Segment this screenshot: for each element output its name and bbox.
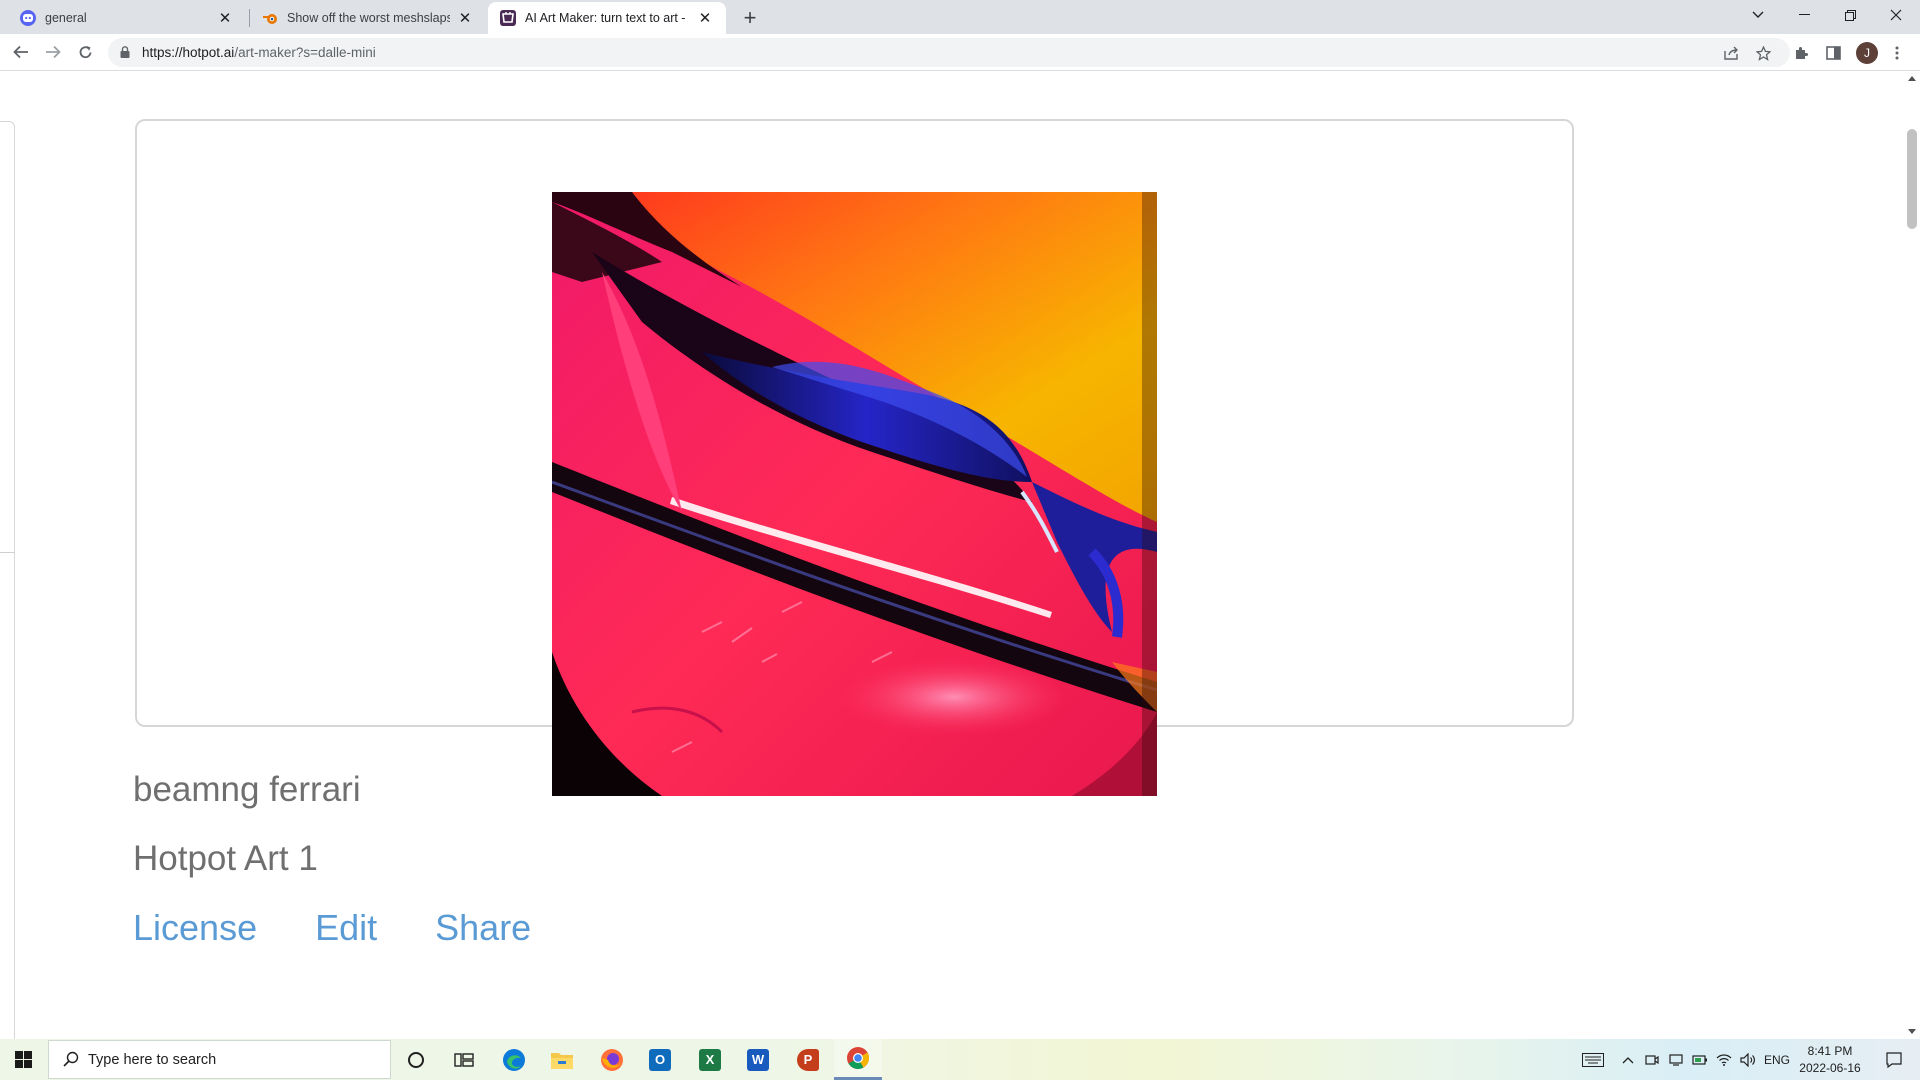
language-indicator[interactable]: ENG [1762,1039,1792,1080]
generated-art-image[interactable] [552,192,1157,796]
cortana-icon[interactable] [392,1039,440,1080]
hotpot-icon [500,10,516,26]
meet-icon[interactable] [1642,1039,1662,1080]
share-link[interactable]: Share [435,907,531,949]
close-icon [1890,9,1902,21]
url-text[interactable]: https://hotpot.ai/art-maker?s=dalle-mini [142,45,376,60]
chevron-down-icon [1752,11,1764,18]
chevron-up-icon[interactable] [1618,1039,1638,1080]
side-panel-edge [0,121,15,1039]
close-window-button[interactable] [1873,0,1919,30]
search-icon [63,1051,79,1067]
scroll-up-arrow-icon[interactable] [1908,76,1916,81]
start-button[interactable] [0,1039,46,1080]
clock-date: 2022-06-16 [1799,1061,1861,1075]
keyboard-icon[interactable] [1578,1039,1608,1080]
minimize-button[interactable] [1781,0,1827,30]
powerpoint-icon[interactable]: P [784,1039,832,1080]
forward-button[interactable] [40,39,66,65]
license-link[interactable]: License [133,907,257,949]
file-explorer-icon[interactable] [538,1039,586,1080]
forward-arrow-icon [46,45,61,59]
side-panel-icon[interactable] [1822,42,1844,64]
battery-icon[interactable] [1690,1039,1710,1080]
lock-icon [120,46,130,58]
url-host: https://hotpot.ai [142,45,235,60]
word-icon[interactable]: W [734,1039,782,1080]
excel-icon[interactable]: X [686,1039,734,1080]
prompt-text: beamng ferrari [133,770,361,809]
tab-discord[interactable]: general ✕ [8,2,246,34]
discord-icon [20,10,36,26]
action-links: License Edit Share [133,907,531,949]
close-tab-icon[interactable]: ✕ [456,9,474,27]
wifi-icon[interactable] [1714,1039,1734,1080]
volume-icon[interactable] [1738,1039,1758,1080]
close-tab-icon[interactable]: ✕ [696,9,714,27]
back-arrow-icon [13,45,28,59]
extensions-puzzle-icon[interactable] [1790,42,1812,64]
scroll-down-arrow-icon[interactable] [1908,1029,1916,1034]
back-button[interactable] [8,39,34,65]
firefox-icon[interactable] [588,1039,636,1080]
page-viewport: beamng ferrari Hotpot Art 1 License Edit… [0,71,1920,1039]
task-view-icon[interactable] [440,1039,488,1080]
bookmark-star-icon[interactable] [1753,43,1773,63]
restore-button[interactable] [1827,0,1873,30]
tab-strip: general ✕ Show off the worst meshslaps, … [0,0,1920,34]
edit-link[interactable]: Edit [315,907,377,949]
new-tab-button[interactable]: + [736,4,764,32]
art-title: Hotpot Art 1 [133,839,318,878]
more-menu-icon[interactable] [1886,42,1908,64]
address-bar[interactable]: https://hotpot.ai/art-maker?s=dalle-mini [108,38,1790,67]
scroll-thumb[interactable] [1907,129,1917,229]
tab-blender[interactable]: Show off the worst meshslaps, b ✕ [250,2,486,34]
chrome-icon[interactable] [834,1039,882,1080]
reload-button[interactable] [72,39,98,65]
notification-center-icon[interactable] [1874,1039,1914,1080]
tab-title: AI Art Maker: turn text to art - Ho [525,11,690,25]
edge-icon[interactable] [490,1039,538,1080]
windows-taskbar: Type here to search O X W P ENG 8:41 PM … [0,1039,1920,1080]
windows-logo-icon [14,1051,32,1068]
search-placeholder: Type here to search [88,1052,217,1068]
clock[interactable]: 8:41 PM 2022-06-16 [1792,1043,1868,1077]
tab-title: Show off the worst meshslaps, b [287,11,450,25]
clock-time: 8:41 PM [1807,1044,1853,1058]
profile-avatar[interactable]: J [1856,42,1878,64]
tab-title: general [45,11,87,25]
close-tab-icon[interactable]: ✕ [216,9,234,27]
display-icon[interactable] [1666,1039,1686,1080]
restore-icon [1844,9,1856,21]
blender-icon [262,10,278,26]
share-page-icon[interactable] [1721,43,1741,63]
minimize-icon [1798,14,1810,15]
browser-toolbar: https://hotpot.ai/art-maker?s=dalle-mini… [0,34,1920,71]
outlook-icon[interactable]: O [636,1039,684,1080]
url-path: /art-maker?s=dalle-mini [234,45,376,60]
tab-search-button[interactable] [1735,0,1781,30]
side-panel-divider [0,552,15,553]
vertical-scrollbar[interactable] [1904,71,1920,1039]
reload-icon [79,45,91,58]
tab-hotpot[interactable]: AI Art Maker: turn text to art - Ho ✕ [488,2,726,34]
taskbar-search-box[interactable]: Type here to search [48,1040,391,1079]
